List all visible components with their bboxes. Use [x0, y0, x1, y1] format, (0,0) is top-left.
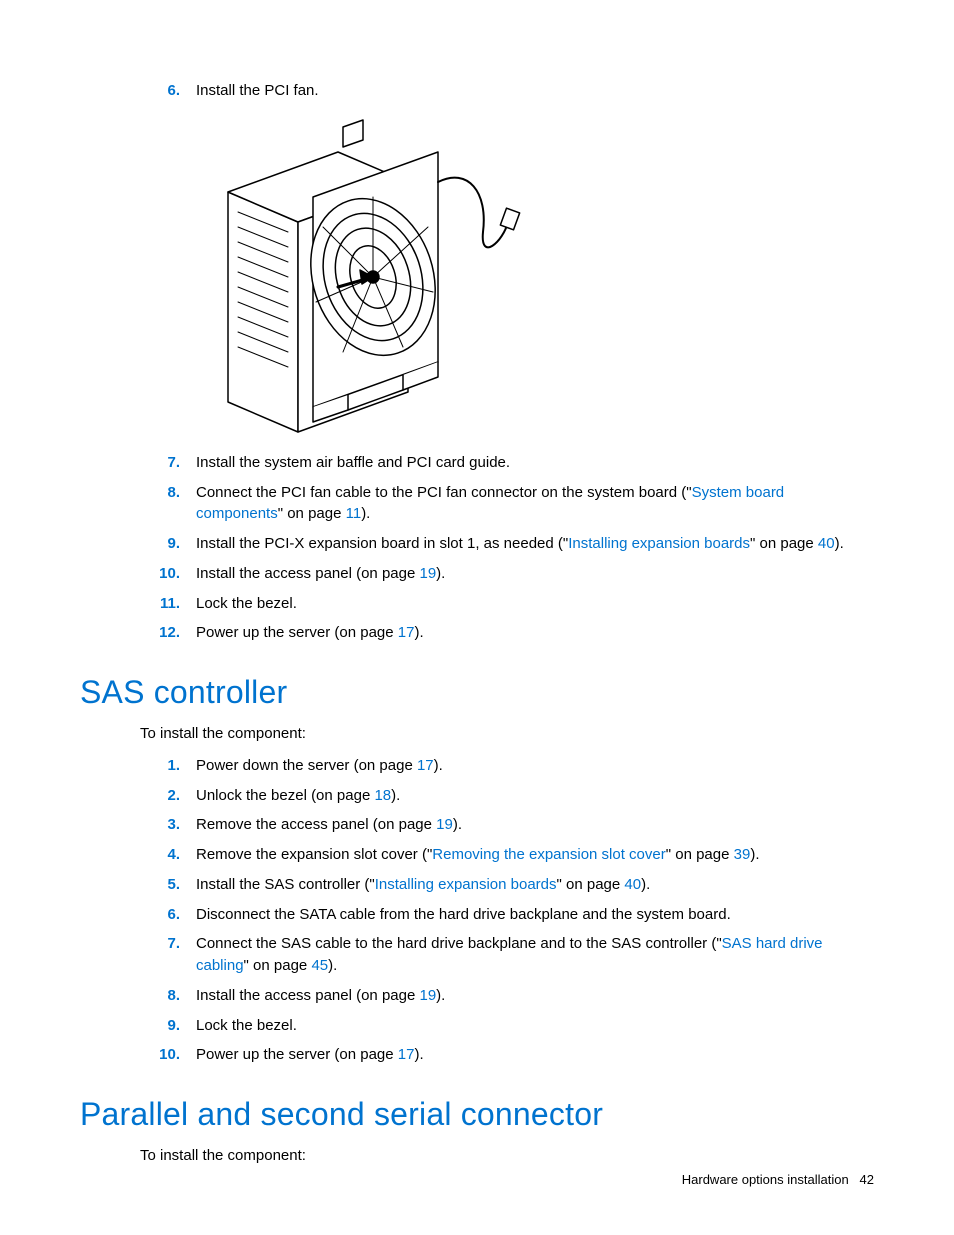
step-list-top: 6. Install the PCI fan. — [80, 80, 874, 102]
intro-text: To install the component: — [140, 723, 874, 745]
step-text: Power up the server (on page 17). — [196, 1044, 874, 1066]
step-text: Install the system air baffle and PCI ca… — [196, 452, 874, 474]
step-number: 10. — [140, 1044, 196, 1066]
step-number: 4. — [140, 844, 196, 866]
step-text: Power up the server (on page 17). — [196, 622, 874, 644]
list-item: 5.Install the SAS controller ("Installin… — [80, 874, 874, 896]
step-number: 7. — [140, 452, 196, 474]
step-number: 5. — [140, 874, 196, 896]
cross-reference-link[interactable]: 19 — [419, 565, 436, 582]
cross-reference-link[interactable]: 45 — [311, 957, 328, 974]
list-item: 6. Install the PCI fan. — [80, 80, 874, 102]
step-text: Install the access panel (on page 19). — [196, 563, 874, 585]
list-item: 10. Install the access panel (on page 19… — [80, 563, 874, 585]
step-number: 11. — [140, 593, 196, 615]
step-number: 6. — [140, 80, 196, 102]
step-text: Remove the expansion slot cover ("Removi… — [196, 844, 874, 866]
step-number: 7. — [140, 933, 196, 955]
step-number: 3. — [140, 814, 196, 836]
list-item: 8. Connect the PCI fan cable to the PCI … — [80, 482, 874, 526]
step-text: Connect the SAS cable to the hard drive … — [196, 933, 874, 977]
list-item: 9. Install the PCI-X expansion board in … — [80, 533, 874, 555]
step-number: 8. — [140, 482, 196, 504]
cross-reference-link[interactable]: 17 — [417, 757, 434, 774]
cross-reference-link[interactable]: Installing expansion boards — [375, 876, 557, 893]
list-item: 11. Lock the bezel. — [80, 593, 874, 615]
step-list-top-cont: 7. Install the system air baffle and PCI… — [80, 452, 874, 644]
step-number: 6. — [140, 904, 196, 926]
step-text: Install the PCI fan. — [196, 80, 874, 102]
step-text: Disconnect the SATA cable from the hard … — [196, 904, 874, 926]
section-heading-parallel: Parallel and second serial connector — [80, 1096, 874, 1133]
cross-reference-link[interactable]: 19 — [419, 987, 436, 1004]
list-item: 7.Connect the SAS cable to the hard driv… — [80, 933, 874, 977]
step-text: Lock the bezel. — [196, 593, 874, 615]
list-item: 7. Install the system air baffle and PCI… — [80, 452, 874, 474]
step-text: Unlock the bezel (on page 18). — [196, 785, 874, 807]
step-number: 8. — [140, 985, 196, 1007]
pci-fan-illustration — [188, 112, 558, 442]
cross-reference-link[interactable]: 17 — [398, 1046, 415, 1063]
step-number: 2. — [140, 785, 196, 807]
list-item: 10.Power up the server (on page 17). — [80, 1044, 874, 1066]
list-item: 12. Power up the server (on page 17). — [80, 622, 874, 644]
cross-reference-link[interactable]: Removing the expansion slot cover — [432, 846, 665, 863]
step-number: 12. — [140, 622, 196, 644]
cross-reference-link[interactable]: Installing expansion boards — [568, 535, 750, 552]
page-footer: Hardware options installation 42 — [682, 1172, 874, 1187]
step-number: 1. — [140, 755, 196, 777]
step-text: Remove the access panel (on page 19). — [196, 814, 874, 836]
step-text: Install the PCI-X expansion board in slo… — [196, 533, 874, 555]
step-text: Power down the server (on page 17). — [196, 755, 874, 777]
list-item: 2.Unlock the bezel (on page 18). — [80, 785, 874, 807]
list-item: 9.Lock the bezel. — [80, 1015, 874, 1037]
step-number: 10. — [140, 563, 196, 585]
cross-reference-link[interactable]: 19 — [436, 816, 453, 833]
list-item: 6.Disconnect the SATA cable from the har… — [80, 904, 874, 926]
cross-reference-link[interactable]: System board components — [196, 484, 784, 523]
step-text: Lock the bezel. — [196, 1015, 874, 1037]
step-text: Connect the PCI fan cable to the PCI fan… — [196, 482, 874, 526]
footer-page-number: 42 — [860, 1172, 874, 1187]
list-item: 1.Power down the server (on page 17). — [80, 755, 874, 777]
cross-reference-link[interactable]: 40 — [624, 876, 641, 893]
list-item: 8.Install the access panel (on page 19). — [80, 985, 874, 1007]
step-list-sas: 1.Power down the server (on page 17). 2.… — [80, 755, 874, 1066]
cross-reference-link[interactable]: 40 — [818, 535, 835, 552]
footer-section: Hardware options installation — [682, 1172, 849, 1187]
section-heading-sas: SAS controller — [80, 674, 874, 711]
cross-reference-link[interactable]: SAS hard drive cabling — [196, 935, 823, 974]
step-text: Install the access panel (on page 19). — [196, 985, 874, 1007]
intro-text: To install the component: — [140, 1145, 874, 1167]
step-number: 9. — [140, 533, 196, 555]
list-item: 3.Remove the access panel (on page 19). — [80, 814, 874, 836]
cross-reference-link[interactable]: 17 — [398, 624, 415, 641]
cross-reference-link[interactable]: 18 — [374, 787, 391, 804]
cross-reference-link[interactable]: 39 — [734, 846, 751, 863]
step-text: Install the SAS controller ("Installing … — [196, 874, 874, 896]
list-item: 4.Remove the expansion slot cover ("Remo… — [80, 844, 874, 866]
cross-reference-link[interactable]: 11 — [346, 505, 362, 522]
step-number: 9. — [140, 1015, 196, 1037]
